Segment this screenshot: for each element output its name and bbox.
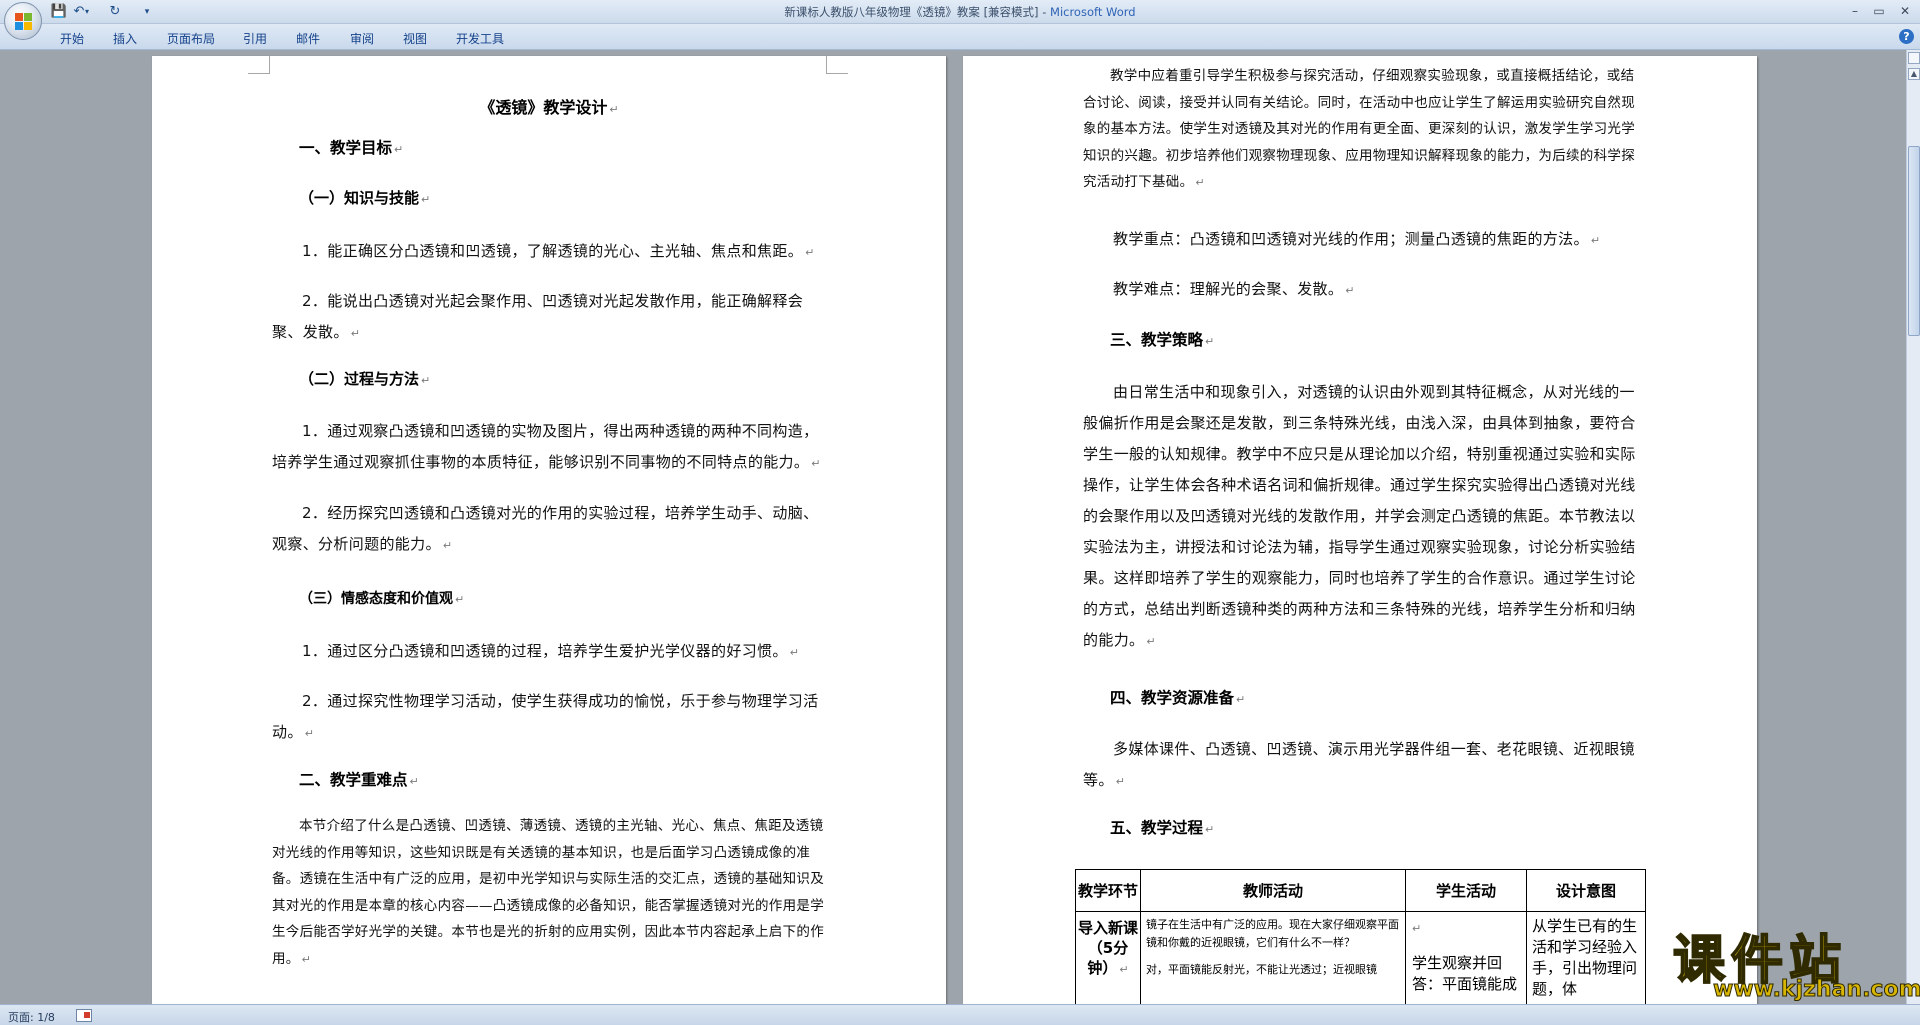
student-text: 学生观察并回答：平面镜能成 bbox=[1412, 954, 1518, 993]
body-paragraph: 1．通过区分凸透镜和凹透镜的过程，培养学生爱护光学仪器的好习惯。 ↵ bbox=[302, 642, 800, 660]
tab-view[interactable]: 视图 bbox=[403, 30, 427, 47]
header-stage: 教学环节 bbox=[1075, 869, 1141, 912]
proofing-status-icon[interactable] bbox=[76, 1009, 92, 1022]
cell-stage: 导入新课（5分钟） ↵ bbox=[1075, 911, 1141, 1004]
tab-insert[interactable]: 插入 bbox=[113, 30, 137, 47]
body-paragraph: 1．通过观察凸透镜和凹透镜的实物及图片，得出两种透镜的两种不同构造，培养学生通过… bbox=[272, 422, 821, 471]
help-icon[interactable]: ? bbox=[1899, 29, 1914, 44]
scrollbar-thumb[interactable] bbox=[1908, 146, 1920, 336]
subheading-attitudes: （三）情感态度和价值观 ↵ bbox=[299, 591, 465, 607]
window-title: 新课标人教版八年级物理《透镜》教案 [兼容模式] - Microsoft Wor… bbox=[0, 4, 1920, 20]
body-paragraph: 教学重点：凸透镜和凹透镜对光线的作用；测量凸透镜的焦距的方法。 ↵ bbox=[1113, 230, 1601, 248]
document-page-1: 《透镜》教学设计 ↵ 一、教学目标 ↵ （一）知识与技能 ↵ 1．能正确区分凸透镜和凹… bbox=[152, 56, 946, 1004]
cell-design-intent: 从学生已有的生活和学习经验入手，引出物理问题，体 bbox=[1526, 911, 1646, 1004]
teacher-text: 镜子在生活中有广泛的应用。现在大家仔细观察平面镜和你戴的近视眼镜，它们有什么不一… bbox=[1146, 918, 1399, 949]
close-button[interactable]: ✕ bbox=[1894, 2, 1916, 20]
body-paragraph: 2．能说出凸透镜对光起会聚作用、凹透镜对光起发散作用，能正确解释会聚、发散。 ↵ bbox=[272, 292, 804, 341]
header-design-intent: 设计意图 bbox=[1526, 869, 1646, 912]
tab-home[interactable]: 开始 bbox=[60, 30, 84, 47]
document-workspace: 《透镜》教学设计 ↵ 一、教学目标 ↵ （一）知识与技能 ↵ 1．能正确区分凸透镜和凹… bbox=[0, 50, 1906, 1004]
header-student-activity: 学生活动 bbox=[1405, 869, 1527, 912]
office-logo-icon bbox=[15, 13, 32, 30]
status-bar: 页面: 1/8 bbox=[0, 1004, 1920, 1025]
ribbon-tab-bar: 开始 插入 页面布局 引用 邮件 审阅 视图 开发工具 ? bbox=[0, 24, 1920, 50]
teacher-text: 对，平面镜能反射光，不能让光透过；近视眼镜 bbox=[1146, 963, 1377, 976]
body-paragraph: 2．通过探究性物理学习活动，使学生获得成功的愉悦，乐于参与物理学习活动。 ↵ bbox=[272, 692, 819, 741]
cell-teacher-activity: 镜子在生活中有广泛的应用。现在大家仔细观察平面镜和你戴的近视眼镜，它们有什么不一… bbox=[1140, 911, 1406, 1004]
tab-mailings[interactable]: 邮件 bbox=[296, 30, 320, 47]
page-count[interactable]: 页面: 1/8 bbox=[8, 1009, 55, 1025]
subheading-knowledge: （一）知识与技能 ↵ bbox=[299, 189, 431, 207]
maximize-button[interactable]: ▭ bbox=[1868, 2, 1890, 20]
table-row: 导入新课（5分钟） ↵ 镜子在生活中有广泛的应用。现在大家仔细观察平面镜和你戴的近… bbox=[1075, 911, 1646, 1004]
page-title: 《透镜》教学设计 ↵ bbox=[479, 98, 619, 117]
tab-review[interactable]: 审阅 bbox=[350, 30, 374, 47]
body-paragraph: 多媒体课件、凸透镜、凹透镜、演示用光学器件组一套、老花眼镜、近视眼镜等。 ↵ bbox=[1083, 740, 1635, 789]
minimize-button[interactable]: – bbox=[1844, 2, 1866, 20]
body-paragraph: 教学难点：理解光的会聚、发散。 ↵ bbox=[1113, 280, 1355, 298]
body-paragraph: 由日常生活中和现象引入，对透镜的认识由外观到其特征概念，从对光线的一般偏折作用是… bbox=[1083, 383, 1636, 649]
section-heading-process: 五、教学过程 ↵ bbox=[1110, 819, 1215, 837]
section-heading-key-points: 二、教学重难点 ↵ bbox=[299, 771, 419, 789]
tab-page-layout[interactable]: 页面布局 bbox=[167, 30, 215, 47]
section-heading-objectives: 一、教学目标 ↵ bbox=[299, 139, 404, 157]
header-teacher-activity: 教师活动 bbox=[1140, 869, 1406, 912]
body-paragraph: 2．经历探究凹透镜和凸透镜对光的作用的实验过程，培养学生动手、动脑、观察、分析问… bbox=[272, 504, 819, 553]
margin-corner-mark bbox=[248, 56, 270, 74]
paragraph-mark: ↵ bbox=[1412, 922, 1422, 935]
table-header-row: 教学环节 教师活动 学生活动 设计意图 bbox=[1075, 869, 1646, 912]
office-button[interactable] bbox=[4, 2, 42, 40]
body-paragraph: 本节介绍了什么是凸透镜、凹透镜、薄透镜、透镜的主光轴、光心、焦点、焦距及透镜对光… bbox=[272, 818, 824, 967]
ruler-toggle-icon[interactable] bbox=[1908, 52, 1920, 64]
lesson-process-table: 教学环节 教师活动 学生活动 设计意图 导入新课（5分钟） ↵ 镜子在生活中有广泛… bbox=[1075, 869, 1646, 1004]
tab-references[interactable]: 引用 bbox=[243, 30, 267, 47]
watermark-url: www.kjzhan.com bbox=[1713, 977, 1920, 1003]
section-heading-resources: 四、教学资源准备 ↵ bbox=[1110, 689, 1246, 707]
document-name: 新课标人教版八年级物理《透镜》教案 [兼容模式] - bbox=[784, 5, 1051, 19]
scroll-up-icon[interactable]: ▲ bbox=[1908, 68, 1920, 80]
site-watermark-logo: 课件站 www.kjzhan.com bbox=[1665, 922, 1920, 1003]
document-page-2: 教学中应着重引导学生积极参与探究活动，仔细观察实验现象，或直接概括结论，或结合讨… bbox=[963, 56, 1757, 1004]
vertical-scrollbar[interactable]: ▲ bbox=[1906, 50, 1920, 1004]
cell-student-activity: ↵ 学生观察并回答：平面镜能成 bbox=[1405, 911, 1527, 1004]
margin-corner-mark bbox=[826, 56, 848, 74]
body-paragraph: 1．能正确区分凸透镜和凹透镜，了解透镜的光心、主光轴、焦点和焦距。 ↵ bbox=[302, 242, 815, 260]
app-name: Microsoft Word bbox=[1050, 5, 1136, 19]
section-heading-strategy: 三、教学策略 ↵ bbox=[1110, 331, 1215, 349]
title-bar: 💾 ↶ ▾ ↻ ▾ 新课标人教版八年级物理《透镜》教案 [兼容模式] - Mic… bbox=[0, 0, 1920, 24]
subheading-process: （二）过程与方法 ↵ bbox=[299, 370, 431, 388]
tab-developer[interactable]: 开发工具 bbox=[456, 30, 504, 47]
body-paragraph: 教学中应着重引导学生积极参与探究活动，仔细观察实验现象，或直接概括结论，或结合讨… bbox=[1083, 68, 1635, 190]
